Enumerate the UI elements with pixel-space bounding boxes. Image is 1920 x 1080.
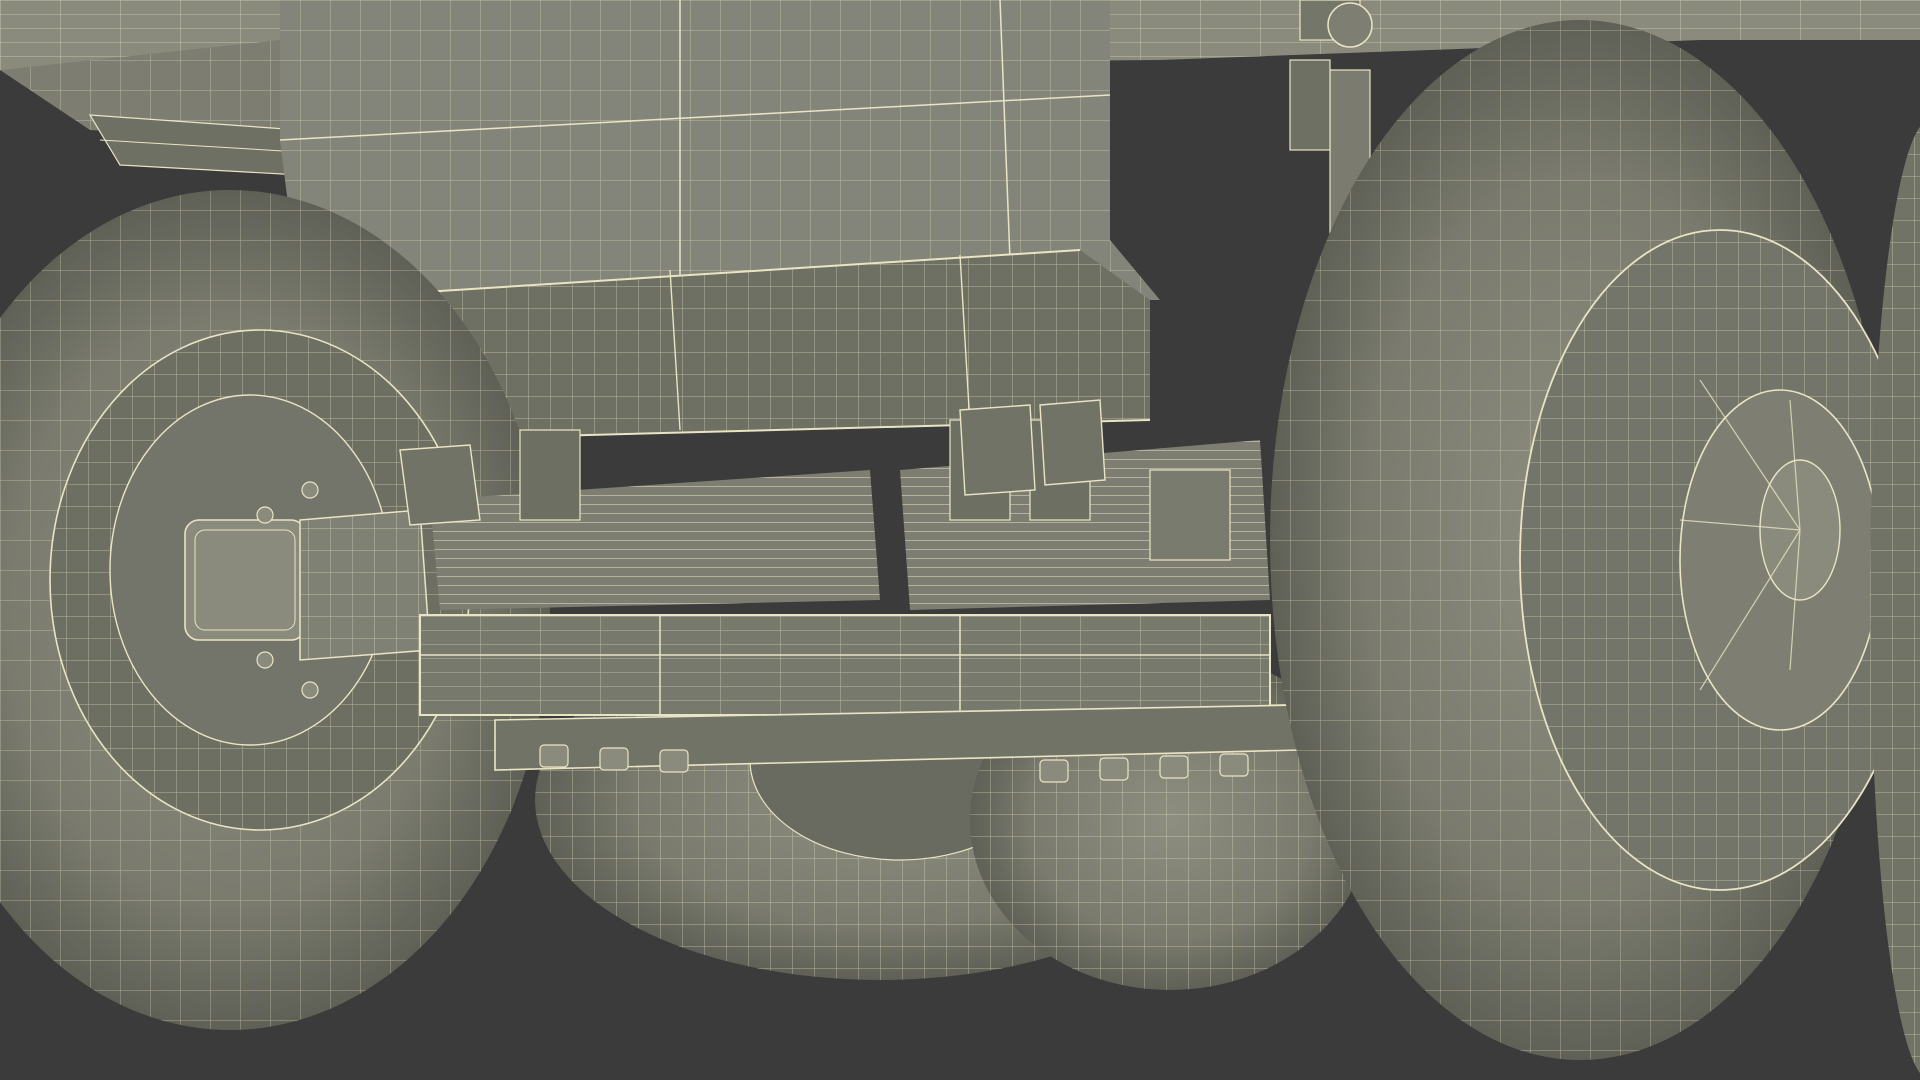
render-viewport (0, 0, 1920, 1080)
wireframe-render (0, 0, 1920, 1080)
